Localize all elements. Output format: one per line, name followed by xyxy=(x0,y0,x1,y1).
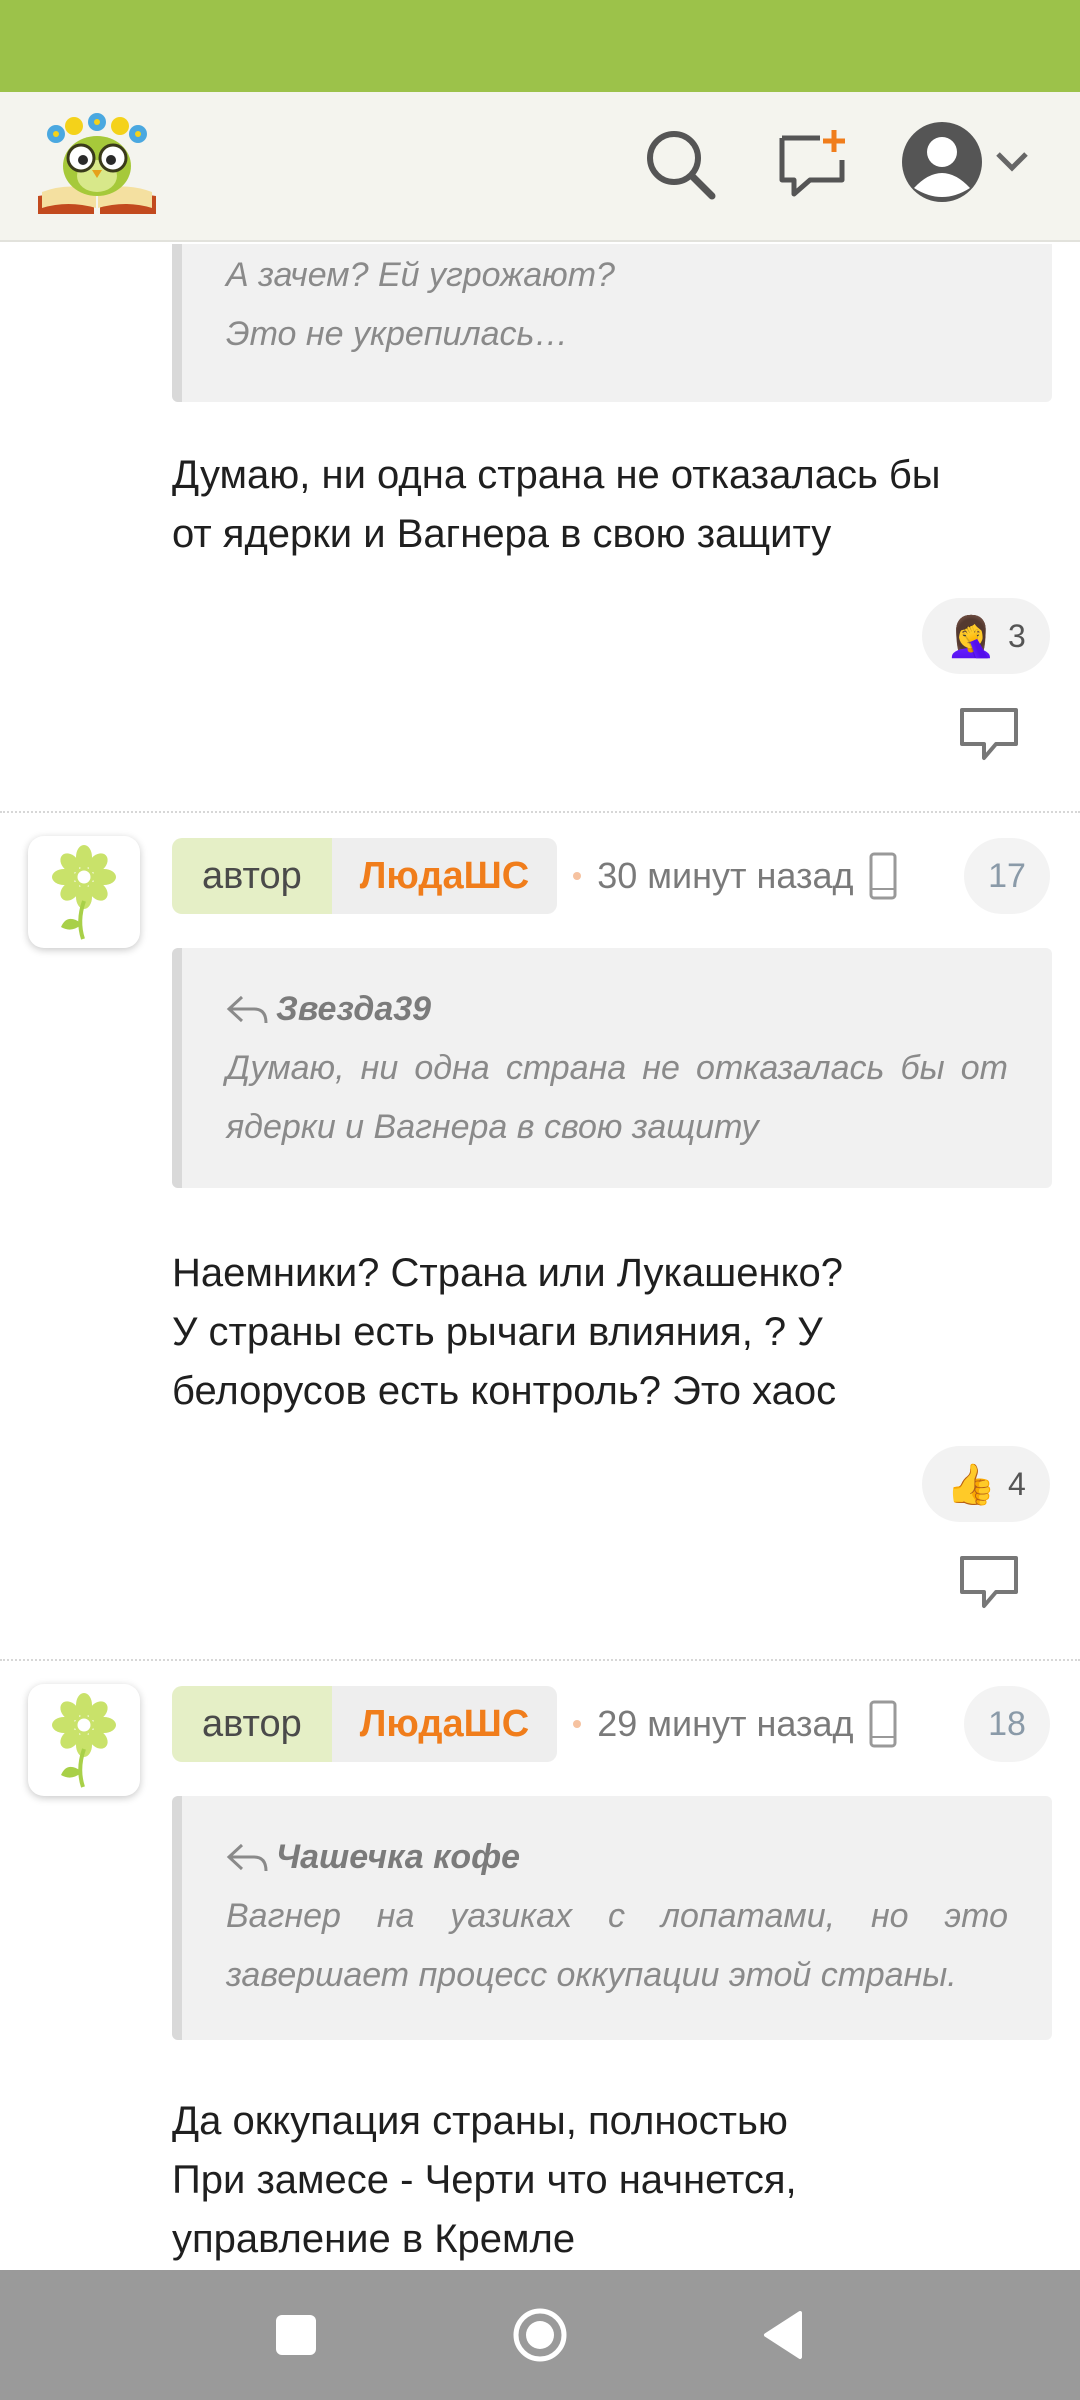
flower-icon xyxy=(52,845,116,940)
timestamp: 29 минут назад xyxy=(597,1703,854,1744)
owl-book-logo[interactable] xyxy=(34,110,160,220)
comment-line: от ядерки и Вагнера в свою защиту xyxy=(172,512,832,556)
author-role-badge: автор xyxy=(172,1686,332,1762)
system-nav-bar xyxy=(0,2270,1080,2400)
chevron-down-icon[interactable] xyxy=(994,150,1030,174)
quote-block: Чашечка кофе Вагнер на уазиках с лопатам… xyxy=(172,1796,1052,2040)
reaction-button[interactable]: 👍 4 xyxy=(922,1446,1050,1522)
thumbs-up-icon: 👍 xyxy=(946,1462,996,1507)
comment-line: При замесе - Черти что начнется, xyxy=(172,2158,797,2202)
comment-meta: автор ЛюдаШС 29 минут назад xyxy=(172,1686,898,1762)
mobile-device-icon xyxy=(869,852,897,900)
comment-text: Думаю, ни одна страна не отказалась бы о… xyxy=(172,446,1052,564)
quote-text: Вагнер на уазиках с лопатами, но это зав… xyxy=(226,1897,1008,1994)
app-header xyxy=(0,92,1080,242)
separator-dot xyxy=(573,1720,582,1728)
comment-text: Наемники? Страна или Лукашенко? У страны… xyxy=(172,1244,1052,1421)
facepalm-icon: 🤦‍♀️ xyxy=(946,614,996,659)
comment-line: Думаю, ни одна страна не отказалась бы xyxy=(172,453,941,497)
profile-avatar-icon[interactable] xyxy=(900,120,984,204)
quote-block: Звезда39 Думаю, ни одна страна не отказа… xyxy=(172,948,1052,1188)
reply-arrow-icon xyxy=(226,1843,268,1871)
comment-line: управление в Кремле xyxy=(172,2217,576,2261)
reaction-button[interactable]: 🤦‍♀️ 3 xyxy=(922,598,1050,674)
reply-icon[interactable] xyxy=(958,706,1020,762)
reaction-count: 4 xyxy=(1008,1465,1026,1502)
author-chip[interactable]: автор ЛюдаШС xyxy=(172,1686,558,1762)
back-icon[interactable] xyxy=(754,2305,814,2365)
mobile-device-icon xyxy=(869,1700,897,1748)
new-message-icon[interactable] xyxy=(772,124,852,204)
timestamp: 30 минут назад xyxy=(597,855,854,896)
separator-dot xyxy=(573,872,582,880)
recent-apps-icon[interactable] xyxy=(266,2305,326,2365)
quote-line: А зачем? Ей угрожают? xyxy=(226,256,615,294)
home-icon[interactable] xyxy=(510,2305,570,2365)
reaction-count: 3 xyxy=(1008,617,1026,654)
avatar[interactable] xyxy=(28,836,140,948)
comment-number[interactable]: 18 xyxy=(964,1686,1050,1762)
comment-divider xyxy=(0,811,1080,813)
flower-icon xyxy=(52,1693,116,1788)
reply-arrow-icon xyxy=(226,995,268,1023)
author-chip[interactable]: автор ЛюдаШС xyxy=(172,838,558,914)
comment-text: Да оккупация страны, полностью При замес… xyxy=(172,2092,1052,2269)
quote-author: Чашечка кофе xyxy=(226,1828,1008,1887)
comment-line: Да оккупация страны, полностью xyxy=(172,2099,788,2143)
author-role-badge: автор xyxy=(172,838,332,914)
comment-line: У страны есть рычаги влияния, ? У xyxy=(172,1310,823,1354)
quote-line: Это не укрепилась… xyxy=(226,315,569,353)
comment-number[interactable]: 17 xyxy=(964,838,1050,914)
comment-feed: А зачем? Ей угрожают? Это не укрепилась…… xyxy=(0,244,1080,2270)
author-name[interactable]: ЛюдаШС xyxy=(331,1686,558,1762)
quote-block: А зачем? Ей угрожают? Это не укрепилась… xyxy=(172,244,1052,402)
quote-author-name: Звезда39 xyxy=(276,990,432,1028)
status-bar xyxy=(0,0,1080,92)
author-name[interactable]: ЛюдаШС xyxy=(331,838,558,914)
avatar[interactable] xyxy=(28,1684,140,1796)
comment-divider xyxy=(0,1659,1080,1661)
quote-author: Звезда39 xyxy=(226,980,1008,1039)
quote-author-name: Чашечка кофе xyxy=(276,1838,521,1876)
comment-meta: автор ЛюдаШС 30 минут назад xyxy=(172,838,898,914)
reply-icon[interactable] xyxy=(958,1554,1020,1610)
search-icon[interactable] xyxy=(640,124,720,204)
comment-line: Наемники? Страна или Лукашенко? xyxy=(172,1251,843,1295)
comment-line: белорусов есть контроль? Это хаос xyxy=(172,1369,837,1413)
quote-text: Думаю, ни одна страна не отказалась бы о… xyxy=(226,1049,1008,1146)
